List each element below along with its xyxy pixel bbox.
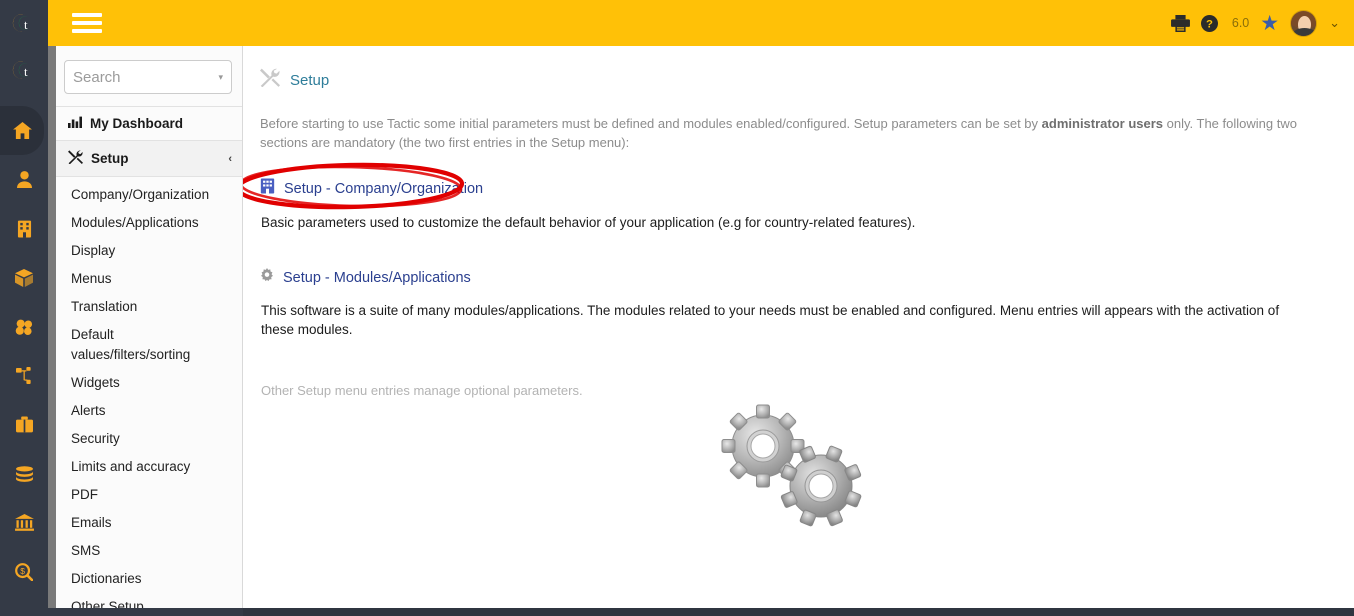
- rail-item-commercial[interactable]: [0, 400, 48, 449]
- search-box[interactable]: ▾: [64, 60, 232, 94]
- tools-icon: [260, 68, 280, 92]
- chart-bar-icon: [68, 116, 82, 131]
- main-content: Setup Before starting to use Tactic some…: [243, 46, 1354, 608]
- logo-top[interactable]: t: [0, 0, 48, 46]
- rail-item-users[interactable]: [0, 155, 48, 204]
- menu-item-pdf[interactable]: PDF: [56, 481, 242, 509]
- intro-text-bold: administrator users: [1041, 116, 1164, 131]
- left-menu-panel: ▾ My Dashboard Setup ‹: [56, 46, 243, 616]
- setup-company-description: Basic parameters used to customize the d…: [261, 215, 916, 230]
- menu-item-emails[interactable]: Emails: [56, 509, 242, 537]
- briefcase-icon: [15, 416, 33, 433]
- optional-parameters-note: Other Setup menu entries manage optional…: [261, 383, 583, 398]
- collapse-chevron-icon[interactable]: ‹: [228, 153, 232, 165]
- svg-text:$: $: [20, 566, 25, 576]
- setup-modules-row: Setup - Modules/Applications: [260, 268, 1336, 287]
- menu-item-limits-accuracy[interactable]: Limits and accuracy: [56, 453, 242, 481]
- menu-item-security[interactable]: Security: [56, 425, 242, 453]
- search-input[interactable]: [73, 68, 213, 86]
- two-gears-illustration: [718, 404, 878, 539]
- building-blue-icon: [260, 178, 275, 199]
- menu-item-widgets[interactable]: Widgets: [56, 369, 242, 397]
- rail-icon-list: $: [0, 94, 48, 616]
- menu-item-translation[interactable]: Translation: [56, 293, 242, 321]
- rail-item-stock[interactable]: [0, 302, 48, 351]
- menu-item-modules-applications[interactable]: Modules/Applications: [56, 209, 242, 237]
- menu-item-dictionaries[interactable]: Dictionaries: [56, 565, 242, 593]
- version-label: 6.0: [1231, 16, 1250, 30]
- rail-item-projects[interactable]: [0, 351, 48, 400]
- money-bills-icon: [15, 465, 34, 482]
- tools-icon: [68, 150, 83, 167]
- box-icon: [15, 268, 33, 287]
- rail-item-home[interactable]: [0, 106, 44, 155]
- setup-company-organization-link[interactable]: Setup - Company/Organization: [284, 181, 483, 197]
- hamburger-menu-icon[interactable]: [72, 9, 102, 37]
- svg-text:t: t: [24, 17, 28, 32]
- search-area: ▾: [56, 46, 242, 106]
- rail-divider: [48, 0, 56, 616]
- printer-icon[interactable]: [1170, 14, 1190, 32]
- rail-item-billing[interactable]: [0, 449, 48, 498]
- help-circle-icon[interactable]: ?: [1200, 14, 1218, 32]
- menu-item-display[interactable]: Display: [56, 237, 242, 265]
- menu-item-sms[interactable]: SMS: [56, 537, 242, 565]
- gear-icon: [260, 268, 274, 287]
- menu-setup-label: Setup: [91, 151, 129, 166]
- home-icon: [12, 122, 32, 139]
- avatar[interactable]: [1290, 9, 1318, 37]
- star-icon[interactable]: ★: [1260, 13, 1279, 34]
- svg-text:?: ?: [1206, 18, 1213, 30]
- page-header: Setup: [260, 68, 1336, 92]
- search-dropdown-caret-icon[interactable]: ▾: [212, 72, 223, 83]
- menu-item-menus[interactable]: Menus: [56, 265, 242, 293]
- user-icon: [16, 171, 32, 188]
- svg-text:t: t: [24, 64, 28, 79]
- menu-section-setup[interactable]: Setup ‹: [56, 140, 242, 177]
- app-window: t t $ ? 6.0 ★ ⌄ Search ▾ My Dashboard Se…: [0, 0, 1354, 616]
- menu-item-default-values[interactable]: Default values/filters/sorting: [56, 321, 242, 369]
- setup-modules-applications-link[interactable]: Setup - Modules/Applications: [283, 270, 471, 286]
- page-title: Setup: [290, 71, 330, 89]
- footer-bar-left: [0, 608, 243, 616]
- intro-paragraph: Before starting to use Tactic some initi…: [260, 114, 1320, 152]
- chevron-down-icon[interactable]: ⌄: [1329, 15, 1340, 31]
- rail-item-products[interactable]: [0, 253, 48, 302]
- menu-section-dashboard[interactable]: My Dashboard: [56, 106, 242, 140]
- setup-modules-description: This software is a suite of many modules…: [261, 303, 1280, 337]
- header-actions: ? 6.0 ★ ⌄: [1170, 9, 1340, 37]
- setup-company-row: Setup - Company/Organization: [243, 162, 1336, 210]
- logo-secondary[interactable]: t: [0, 46, 48, 94]
- share-network-icon: [15, 367, 34, 384]
- setup-menu-items: Company/Organization Modules/Application…: [56, 177, 242, 616]
- rail-divider-top: [48, 0, 56, 46]
- boxes-icon: [15, 318, 34, 335]
- top-header-bar: ? 6.0 ★ ⌄: [56, 0, 1354, 46]
- rail-item-companies[interactable]: [0, 204, 48, 253]
- rail-item-accounting[interactable]: [0, 498, 48, 547]
- menu-dashboard-label: My Dashboard: [90, 116, 184, 131]
- rail-item-reports[interactable]: $: [0, 547, 48, 596]
- intro-text-part1: Before starting to use Tactic some initi…: [260, 116, 1042, 131]
- menu-item-alerts[interactable]: Alerts: [56, 397, 242, 425]
- building-icon: [17, 220, 32, 238]
- icon-rail: t t $: [0, 0, 48, 616]
- bank-icon: [14, 514, 34, 531]
- search-dollar-icon: $: [15, 562, 33, 581]
- menu-item-company-organization[interactable]: Company/Organization: [56, 181, 242, 209]
